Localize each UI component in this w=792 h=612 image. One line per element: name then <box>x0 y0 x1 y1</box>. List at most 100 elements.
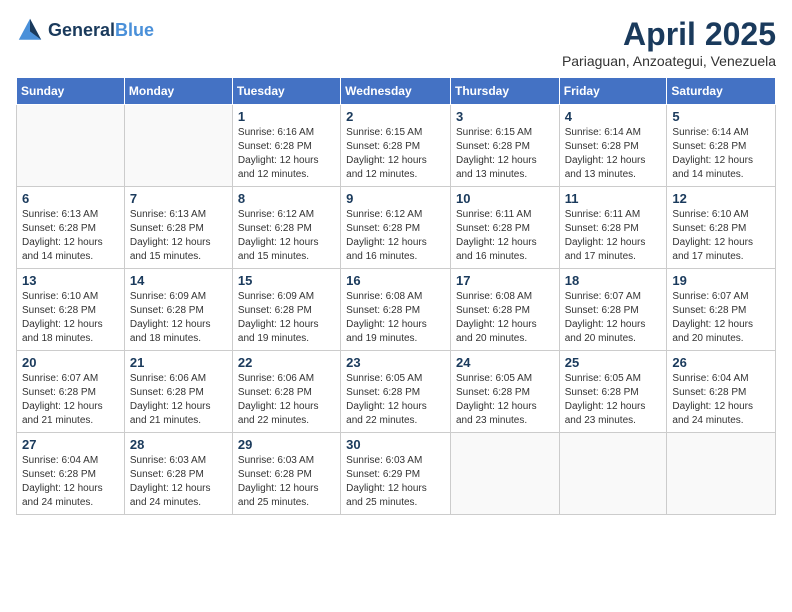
day-info: Sunrise: 6:06 AMSunset: 6:28 PMDaylight:… <box>238 372 335 428</box>
day-number: 6 <box>22 191 119 206</box>
calendar-day-cell <box>124 105 232 187</box>
day-info: Sunrise: 6:03 AMSunset: 6:28 PMDaylight:… <box>238 454 335 510</box>
calendar-day-cell: 25 Sunrise: 6:05 AMSunset: 6:28 PMDayligh… <box>559 351 667 433</box>
day-number: 29 <box>238 437 335 452</box>
logo-text-blue: Blue <box>115 20 154 40</box>
day-of-week-header: Wednesday <box>341 78 451 105</box>
calendar-day-cell: 9 Sunrise: 6:12 AMSunset: 6:28 PMDaylight… <box>341 187 451 269</box>
day-number: 12 <box>672 191 770 206</box>
page-header: GeneralBlue April 2025 Pariaguan, Anzoat… <box>16 16 776 69</box>
calendar-day-cell: 27 Sunrise: 6:04 AMSunset: 6:28 PMDayligh… <box>17 433 125 515</box>
day-number: 16 <box>346 273 445 288</box>
day-info: Sunrise: 6:04 AMSunset: 6:28 PMDaylight:… <box>672 372 770 428</box>
calendar-day-cell: 22 Sunrise: 6:06 AMSunset: 6:28 PMDayligh… <box>232 351 340 433</box>
calendar-header-row: SundayMondayTuesdayWednesdayThursdayFrid… <box>17 78 776 105</box>
day-info: Sunrise: 6:11 AMSunset: 6:28 PMDaylight:… <box>456 208 554 264</box>
day-number: 11 <box>565 191 662 206</box>
calendar-day-cell: 21 Sunrise: 6:06 AMSunset: 6:28 PMDayligh… <box>124 351 232 433</box>
day-number: 10 <box>456 191 554 206</box>
day-number: 3 <box>456 109 554 124</box>
day-number: 25 <box>565 355 662 370</box>
day-number: 19 <box>672 273 770 288</box>
day-of-week-header: Monday <box>124 78 232 105</box>
day-of-week-header: Sunday <box>17 78 125 105</box>
calendar-day-cell <box>450 433 559 515</box>
day-info: Sunrise: 6:15 AMSunset: 6:28 PMDaylight:… <box>456 126 554 182</box>
day-info: Sunrise: 6:07 AMSunset: 6:28 PMDaylight:… <box>672 290 770 346</box>
day-info: Sunrise: 6:16 AMSunset: 6:28 PMDaylight:… <box>238 126 335 182</box>
calendar-day-cell: 23 Sunrise: 6:05 AMSunset: 6:28 PMDayligh… <box>341 351 451 433</box>
day-number: 18 <box>565 273 662 288</box>
calendar-week-row: 20Sunrise: 6:07 AMSunset: 6:28 PMDayligh… <box>17 351 776 433</box>
calendar-week-row: 27 Sunrise: 6:04 AMSunset: 6:28 PMDayligh… <box>17 433 776 515</box>
day-info: Sunrise: 6:10 AMSunset: 6:28 PMDaylight:… <box>672 208 770 264</box>
logo-text-general: General <box>48 20 115 40</box>
calendar-day-cell: 11 Sunrise: 6:11 AMSunset: 6:28 PMDayligh… <box>559 187 667 269</box>
calendar-week-row: 6 Sunrise: 6:13 AMSunset: 6:28 PMDaylight… <box>17 187 776 269</box>
logo-icon <box>16 16 44 44</box>
day-number: 27 <box>22 437 119 452</box>
calendar-day-cell: 13 Sunrise: 6:10 AMSunset: 6:28 PMDayligh… <box>17 269 125 351</box>
day-info: Sunrise: 6:14 AMSunset: 6:28 PMDaylight:… <box>565 126 662 182</box>
day-info: Sunrise: 6:13 AMSunset: 6:28 PMDaylight:… <box>130 208 227 264</box>
day-info: Sunrise: 6:08 AMSunset: 6:28 PMDaylight:… <box>456 290 554 346</box>
day-number: 20 <box>22 355 119 370</box>
day-info: Sunrise: 6:05 AMSunset: 6:28 PMDaylight:… <box>565 372 662 428</box>
calendar-day-cell: 10 Sunrise: 6:11 AMSunset: 6:28 PMDayligh… <box>450 187 559 269</box>
day-info: Sunrise: 6:09 AMSunset: 6:28 PMDaylight:… <box>130 290 227 346</box>
calendar-day-cell: 16 Sunrise: 6:08 AMSunset: 6:28 PMDayligh… <box>341 269 451 351</box>
day-info: Sunrise: 6:08 AMSunset: 6:28 PMDaylight:… <box>346 290 445 346</box>
day-info: Sunrise: 6:05 AMSunset: 6:28 PMDaylight:… <box>346 372 445 428</box>
day-of-week-header: Saturday <box>667 78 776 105</box>
day-number: 2 <box>346 109 445 124</box>
calendar-day-cell: 14 Sunrise: 6:09 AMSunset: 6:28 PMDayligh… <box>124 269 232 351</box>
day-of-week-header: Friday <box>559 78 667 105</box>
calendar-day-cell: 2Sunrise: 6:15 AMSunset: 6:28 PMDaylight… <box>341 105 451 187</box>
day-number: 9 <box>346 191 445 206</box>
calendar-day-cell: 6 Sunrise: 6:13 AMSunset: 6:28 PMDaylight… <box>17 187 125 269</box>
calendar-day-cell: 4 Sunrise: 6:14 AMSunset: 6:28 PMDaylight… <box>559 105 667 187</box>
day-info: Sunrise: 6:04 AMSunset: 6:28 PMDaylight:… <box>22 454 119 510</box>
month-title: April 2025 <box>562 16 776 53</box>
day-number: 15 <box>238 273 335 288</box>
day-info: Sunrise: 6:10 AMSunset: 6:28 PMDaylight:… <box>22 290 119 346</box>
day-info: Sunrise: 6:05 AMSunset: 6:28 PMDaylight:… <box>456 372 554 428</box>
day-number: 26 <box>672 355 770 370</box>
day-number: 4 <box>565 109 662 124</box>
calendar-day-cell: 15Sunrise: 6:09 AMSunset: 6:28 PMDayligh… <box>232 269 340 351</box>
calendar-day-cell: 18Sunrise: 6:07 AMSunset: 6:28 PMDayligh… <box>559 269 667 351</box>
day-of-week-header: Thursday <box>450 78 559 105</box>
day-number: 21 <box>130 355 227 370</box>
day-info: Sunrise: 6:11 AMSunset: 6:28 PMDaylight:… <box>565 208 662 264</box>
day-number: 22 <box>238 355 335 370</box>
day-number: 8 <box>238 191 335 206</box>
calendar-day-cell: 17 Sunrise: 6:08 AMSunset: 6:28 PMDayligh… <box>450 269 559 351</box>
day-number: 28 <box>130 437 227 452</box>
calendar-day-cell: 8 Sunrise: 6:12 AMSunset: 6:28 PMDaylight… <box>232 187 340 269</box>
day-of-week-header: Tuesday <box>232 78 340 105</box>
day-number: 14 <box>130 273 227 288</box>
day-info: Sunrise: 6:03 AMSunset: 6:28 PMDaylight:… <box>130 454 227 510</box>
day-number: 23 <box>346 355 445 370</box>
day-info: Sunrise: 6:12 AMSunset: 6:28 PMDaylight:… <box>238 208 335 264</box>
calendar-day-cell: 26 Sunrise: 6:04 AMSunset: 6:28 PMDayligh… <box>667 351 776 433</box>
title-section: April 2025 Pariaguan, Anzoategui, Venezu… <box>562 16 776 69</box>
calendar-day-cell: 1Sunrise: 6:16 AMSunset: 6:28 PMDaylight… <box>232 105 340 187</box>
calendar-day-cell: 5Sunrise: 6:14 AMSunset: 6:28 PMDaylight… <box>667 105 776 187</box>
logo: GeneralBlue <box>16 16 154 44</box>
day-number: 17 <box>456 273 554 288</box>
day-info: Sunrise: 6:14 AMSunset: 6:28 PMDaylight:… <box>672 126 770 182</box>
calendar-day-cell: 24Sunrise: 6:05 AMSunset: 6:28 PMDayligh… <box>450 351 559 433</box>
calendar-day-cell: 30Sunrise: 6:03 AMSunset: 6:29 PMDayligh… <box>341 433 451 515</box>
day-info: Sunrise: 6:06 AMSunset: 6:28 PMDaylight:… <box>130 372 227 428</box>
day-number: 13 <box>22 273 119 288</box>
day-info: Sunrise: 6:12 AMSunset: 6:28 PMDaylight:… <box>346 208 445 264</box>
calendar-table: SundayMondayTuesdayWednesdayThursdayFrid… <box>16 77 776 515</box>
day-number: 7 <box>130 191 227 206</box>
calendar-week-row: 13 Sunrise: 6:10 AMSunset: 6:28 PMDayligh… <box>17 269 776 351</box>
calendar-day-cell: 29 Sunrise: 6:03 AMSunset: 6:28 PMDayligh… <box>232 433 340 515</box>
calendar-day-cell: 28 Sunrise: 6:03 AMSunset: 6:28 PMDayligh… <box>124 433 232 515</box>
calendar-day-cell: 7 Sunrise: 6:13 AMSunset: 6:28 PMDaylight… <box>124 187 232 269</box>
day-info: Sunrise: 6:13 AMSunset: 6:28 PMDaylight:… <box>22 208 119 264</box>
calendar-day-cell: 12 Sunrise: 6:10 AMSunset: 6:28 PMDayligh… <box>667 187 776 269</box>
